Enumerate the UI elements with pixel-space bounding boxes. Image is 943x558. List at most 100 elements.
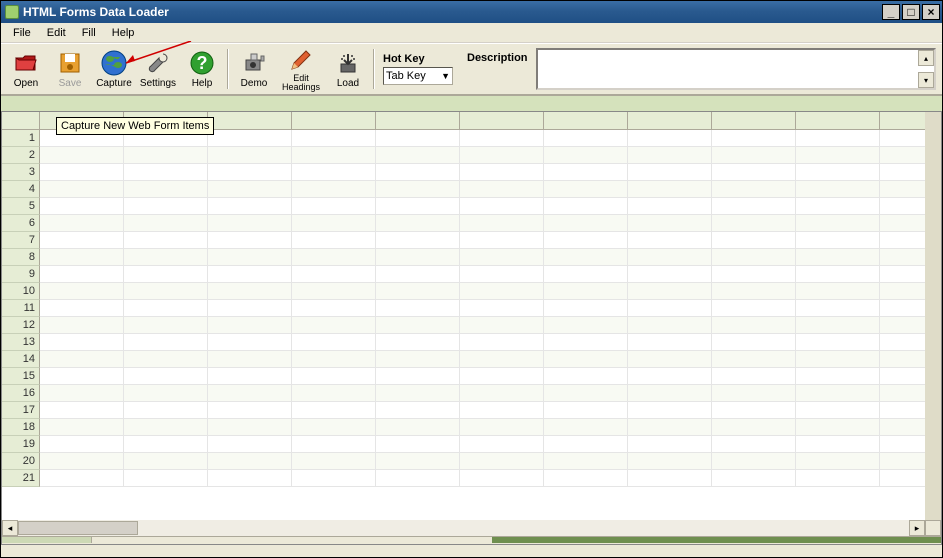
cell[interactable] bbox=[40, 436, 124, 453]
cell[interactable] bbox=[460, 317, 544, 334]
cell[interactable] bbox=[460, 402, 544, 419]
cell[interactable] bbox=[544, 147, 628, 164]
cell[interactable] bbox=[40, 453, 124, 470]
column-header[interactable] bbox=[712, 112, 796, 130]
cell[interactable] bbox=[208, 453, 292, 470]
cell[interactable] bbox=[40, 147, 124, 164]
cell[interactable] bbox=[292, 215, 376, 232]
cell[interactable] bbox=[292, 266, 376, 283]
cell[interactable] bbox=[124, 266, 208, 283]
cell[interactable] bbox=[376, 164, 460, 181]
cell[interactable] bbox=[544, 181, 628, 198]
cell[interactable] bbox=[208, 385, 292, 402]
cell[interactable] bbox=[712, 198, 796, 215]
row-header[interactable]: 15 bbox=[2, 368, 40, 385]
cell[interactable] bbox=[460, 385, 544, 402]
cell[interactable] bbox=[460, 181, 544, 198]
cell[interactable] bbox=[208, 436, 292, 453]
cell[interactable] bbox=[40, 402, 124, 419]
cell[interactable] bbox=[208, 368, 292, 385]
cell[interactable] bbox=[460, 368, 544, 385]
cell[interactable] bbox=[796, 147, 880, 164]
column-header[interactable] bbox=[292, 112, 376, 130]
cell[interactable] bbox=[292, 453, 376, 470]
cell[interactable] bbox=[124, 164, 208, 181]
cell[interactable] bbox=[712, 232, 796, 249]
cell[interactable] bbox=[544, 198, 628, 215]
cell[interactable] bbox=[124, 351, 208, 368]
scrollbar-track[interactable] bbox=[18, 520, 909, 536]
cell[interactable] bbox=[628, 334, 712, 351]
column-header[interactable] bbox=[460, 112, 544, 130]
cell[interactable] bbox=[292, 164, 376, 181]
cell[interactable] bbox=[292, 368, 376, 385]
column-header[interactable] bbox=[628, 112, 712, 130]
cell[interactable] bbox=[208, 266, 292, 283]
edit-headings-button[interactable]: EditHeadings bbox=[277, 46, 325, 92]
cell[interactable] bbox=[124, 249, 208, 266]
cell[interactable] bbox=[544, 300, 628, 317]
menu-edit[interactable]: Edit bbox=[39, 25, 74, 41]
cell[interactable] bbox=[40, 385, 124, 402]
cell[interactable] bbox=[460, 164, 544, 181]
cell[interactable] bbox=[712, 351, 796, 368]
cell[interactable] bbox=[40, 198, 124, 215]
cell[interactable] bbox=[796, 164, 880, 181]
cell[interactable] bbox=[544, 453, 628, 470]
row-header[interactable]: 12 bbox=[2, 317, 40, 334]
cell[interactable] bbox=[292, 181, 376, 198]
cell[interactable] bbox=[796, 453, 880, 470]
cell[interactable] bbox=[796, 266, 880, 283]
cell[interactable] bbox=[796, 470, 880, 487]
cell[interactable] bbox=[712, 147, 796, 164]
cell[interactable] bbox=[208, 198, 292, 215]
save-button[interactable]: Save bbox=[49, 46, 91, 92]
cell[interactable] bbox=[796, 215, 880, 232]
cell[interactable] bbox=[124, 470, 208, 487]
cell[interactable] bbox=[544, 266, 628, 283]
cell[interactable] bbox=[460, 249, 544, 266]
cell[interactable] bbox=[796, 334, 880, 351]
cell[interactable] bbox=[544, 249, 628, 266]
corner-cell[interactable] bbox=[2, 112, 40, 130]
cell[interactable] bbox=[544, 215, 628, 232]
scroll-down-icon[interactable]: ▾ bbox=[918, 72, 934, 88]
cell[interactable] bbox=[40, 317, 124, 334]
cell[interactable] bbox=[40, 249, 124, 266]
cell[interactable] bbox=[460, 266, 544, 283]
cell[interactable] bbox=[124, 402, 208, 419]
cell[interactable] bbox=[376, 419, 460, 436]
cell[interactable] bbox=[460, 334, 544, 351]
cell[interactable] bbox=[544, 402, 628, 419]
cell[interactable] bbox=[628, 385, 712, 402]
cell[interactable] bbox=[40, 334, 124, 351]
cell[interactable] bbox=[40, 266, 124, 283]
cell[interactable] bbox=[208, 402, 292, 419]
cell[interactable] bbox=[796, 436, 880, 453]
cell[interactable] bbox=[208, 147, 292, 164]
column-header[interactable] bbox=[544, 112, 628, 130]
cell[interactable] bbox=[544, 436, 628, 453]
cell[interactable] bbox=[40, 283, 124, 300]
cell[interactable] bbox=[628, 436, 712, 453]
cell[interactable] bbox=[292, 351, 376, 368]
cell[interactable] bbox=[628, 317, 712, 334]
cell[interactable] bbox=[208, 232, 292, 249]
cell[interactable] bbox=[208, 470, 292, 487]
row-header[interactable]: 8 bbox=[2, 249, 40, 266]
menu-help[interactable]: Help bbox=[104, 25, 143, 41]
cell[interactable] bbox=[628, 147, 712, 164]
cell[interactable] bbox=[40, 215, 124, 232]
minimize-button[interactable]: _ bbox=[882, 4, 900, 20]
cell[interactable] bbox=[376, 181, 460, 198]
cell[interactable] bbox=[376, 385, 460, 402]
cell[interactable] bbox=[544, 164, 628, 181]
cell[interactable] bbox=[628, 249, 712, 266]
scroll-left-icon[interactable]: ◂ bbox=[2, 520, 18, 536]
cell[interactable] bbox=[460, 436, 544, 453]
cell[interactable] bbox=[208, 351, 292, 368]
cell[interactable] bbox=[292, 147, 376, 164]
maximize-button[interactable]: □ bbox=[902, 4, 920, 20]
cell[interactable] bbox=[712, 164, 796, 181]
cell[interactable] bbox=[796, 181, 880, 198]
